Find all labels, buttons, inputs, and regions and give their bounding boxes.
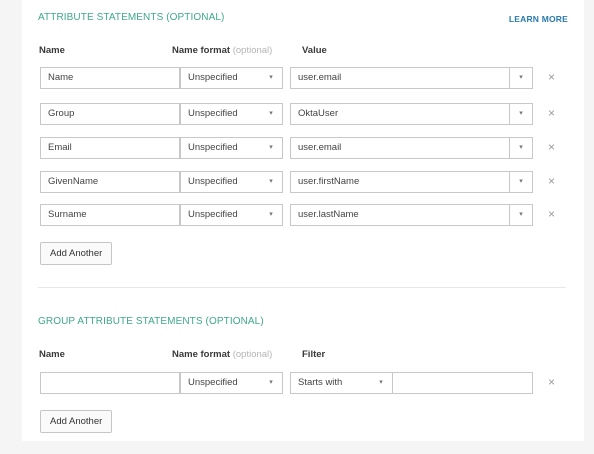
filter-value-input[interactable] [392,372,533,394]
group-attribute-name-input[interactable] [40,372,180,394]
caret-down-icon: ▾ [379,379,383,386]
remove-row-icon[interactable]: × [548,107,555,119]
value-dropdown-button[interactable]: ▾ [509,204,533,226]
attribute-name-input[interactable]: GivenName [40,171,180,193]
attribute-name-input[interactable]: Name [40,67,180,89]
value-dropdown-button[interactable]: ▾ [509,171,533,193]
group-attribute-statements-title: GROUP ATTRIBUTE STATEMENTS (OPTIONAL) [38,316,264,327]
column-header-name: Name [39,349,65,360]
column-header-filter: Filter [302,349,326,360]
caret-down-icon: ▾ [269,379,273,386]
name-format-select[interactable]: Unspecified ▾ [180,171,283,193]
name-format-label: Name format [172,45,231,56]
attribute-name-input[interactable]: Surname [40,204,180,226]
caret-down-icon: ▾ [269,74,273,81]
learn-more-link[interactable]: LEARN MORE [509,14,568,24]
section-divider [38,287,566,288]
name-format-value: Unspecified [188,209,238,220]
saml-settings-panel: ATTRIBUTE STATEMENTS (OPTIONAL) LEARN MO… [22,0,584,441]
caret-down-icon: ▾ [269,144,273,151]
name-format-select[interactable]: Unspecified ▾ [180,103,283,125]
value-dropdown-button[interactable]: ▾ [509,103,533,125]
name-format-value: Unspecified [188,72,238,83]
name-format-select[interactable]: Unspecified ▾ [180,204,283,226]
attribute-name-input[interactable]: Group [40,103,180,125]
name-format-value: Unspecified [188,176,238,187]
add-another-attribute-button[interactable]: Add Another [40,242,113,265]
attribute-name-input[interactable]: Email [40,137,180,159]
caret-down-icon: ▾ [269,110,273,117]
name-format-select[interactable]: Unspecified ▾ [180,137,283,159]
value-dropdown-button[interactable]: ▾ [509,137,533,159]
attribute-value-input[interactable]: user.firstName [290,171,510,193]
name-format-select[interactable]: Unspecified ▾ [180,67,283,89]
name-format-value: Unspecified [188,377,238,388]
group-name-format-select[interactable]: Unspecified ▾ [180,372,283,394]
optional-label: (optional) [232,45,273,56]
column-header-value: Value [302,45,327,56]
attribute-value-input[interactable]: user.lastName [290,204,510,226]
column-header-name-format: Name format (optional) [172,349,272,360]
caret-down-icon: ▾ [269,178,273,185]
name-format-value: Unspecified [188,142,238,153]
column-header-name: Name [39,45,65,56]
remove-row-icon[interactable]: × [548,175,555,187]
name-format-value: Unspecified [188,108,238,119]
attribute-value-input[interactable]: user.email [290,67,510,89]
remove-row-icon[interactable]: × [548,141,555,153]
column-header-name-format: Name format (optional) [172,45,272,56]
attribute-statements-title: ATTRIBUTE STATEMENTS (OPTIONAL) [38,12,225,23]
remove-row-icon[interactable]: × [548,71,555,83]
name-format-label: Name format [172,349,231,360]
remove-row-icon[interactable]: × [548,208,555,220]
filter-type-value: Starts with [298,377,343,388]
attribute-value-input[interactable]: OktaUser [290,103,510,125]
filter-type-select[interactable]: Starts with ▾ [290,372,393,394]
caret-down-icon: ▾ [269,211,273,218]
add-another-group-attribute-button[interactable]: Add Another [40,410,113,433]
value-dropdown-button[interactable]: ▾ [509,67,533,89]
remove-row-icon[interactable]: × [548,376,555,388]
optional-label: (optional) [232,349,273,360]
attribute-value-input[interactable]: user.email [290,137,510,159]
